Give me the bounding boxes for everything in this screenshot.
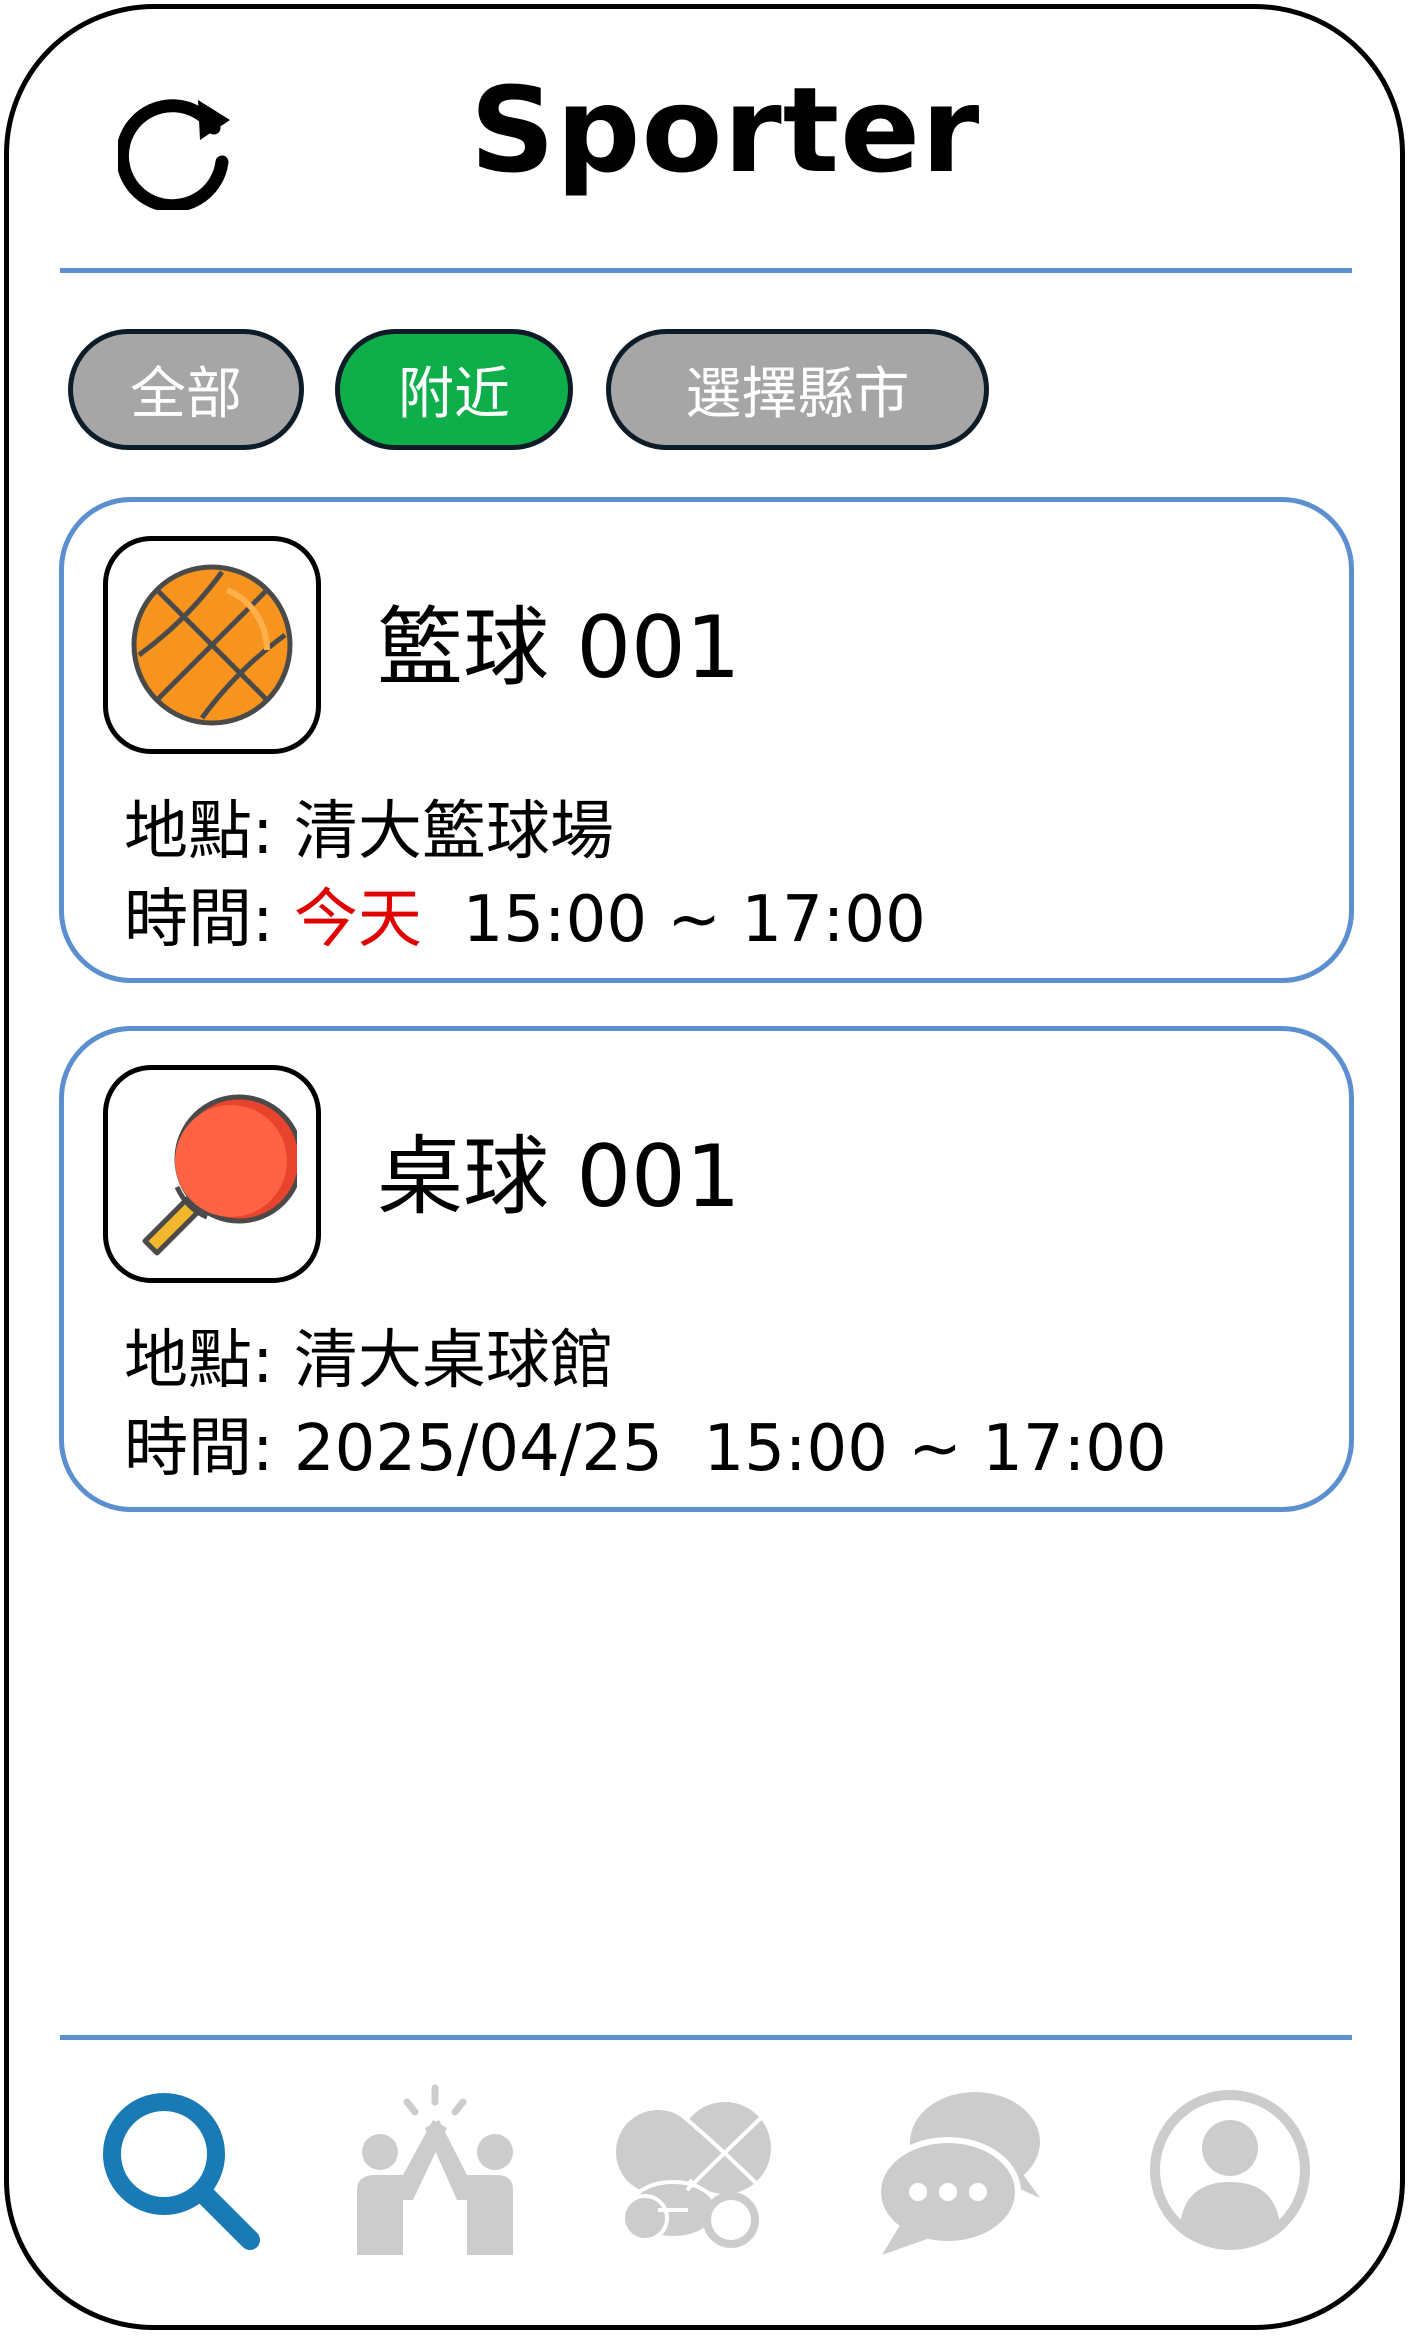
app-title: Sporter xyxy=(470,61,981,199)
header-divider xyxy=(60,268,1352,273)
time-label: 時間: xyxy=(124,1412,274,1486)
location-label: 地點: xyxy=(124,795,274,869)
event-time-range: 15:00 ~ 17:00 xyxy=(462,883,926,957)
event-name: 籃球 001 xyxy=(377,598,741,698)
event-time: 時間: 2025/04/25 15:00 ~ 17:00 xyxy=(124,1409,1167,1489)
footer-divider xyxy=(60,2035,1352,2040)
filter-chip-select-city[interactable]: 選擇縣市 xyxy=(606,329,989,450)
ping-pong-icon xyxy=(103,1065,321,1283)
chat-icon xyxy=(875,2092,1040,2255)
location-value: 清大籃球場 xyxy=(293,795,614,869)
event-name: 桌球 001 xyxy=(377,1127,741,1227)
event-time-range: 15:00 ~ 17:00 xyxy=(703,1412,1167,1486)
profile-icon xyxy=(1150,2090,1310,2250)
event-date: 今天 xyxy=(293,883,422,957)
time-label: 時間: xyxy=(124,883,274,957)
location-label: 地點: xyxy=(124,1324,274,1398)
event-location: 地點: 清大桌球館 xyxy=(124,1321,614,1401)
nav-search[interactable] xyxy=(90,2080,270,2260)
event-location: 地點: 清大籃球場 xyxy=(124,792,614,872)
event-card[interactable]: 籃球 001 地點: 清大籃球場 時間: 今天 15:00 ~ 17:00 xyxy=(59,497,1354,983)
refresh-icon[interactable] xyxy=(115,92,236,213)
nav-profile[interactable] xyxy=(1140,2080,1320,2260)
nav-chat[interactable] xyxy=(870,2080,1050,2260)
event-time: 時間: 今天 15:00 ~ 17:00 xyxy=(124,880,926,960)
basketball-icon xyxy=(103,536,321,754)
nav-sports[interactable] xyxy=(603,2080,783,2260)
event-date: 2025/04/25 xyxy=(293,1412,663,1486)
search-icon xyxy=(103,2093,260,2250)
event-card[interactable]: 桌球 001 地點: 清大桌球館 時間: 2025/04/25 15:00 ~ … xyxy=(59,1026,1354,1512)
location-value: 清大桌球館 xyxy=(293,1324,614,1398)
filter-chip-nearby[interactable]: 附近 xyxy=(335,329,573,450)
filter-chip-all[interactable]: 全部 xyxy=(68,329,304,450)
nav-friends[interactable] xyxy=(345,2080,525,2260)
high-five-icon xyxy=(357,2084,513,2255)
sports-balls-icon xyxy=(616,2102,771,2248)
